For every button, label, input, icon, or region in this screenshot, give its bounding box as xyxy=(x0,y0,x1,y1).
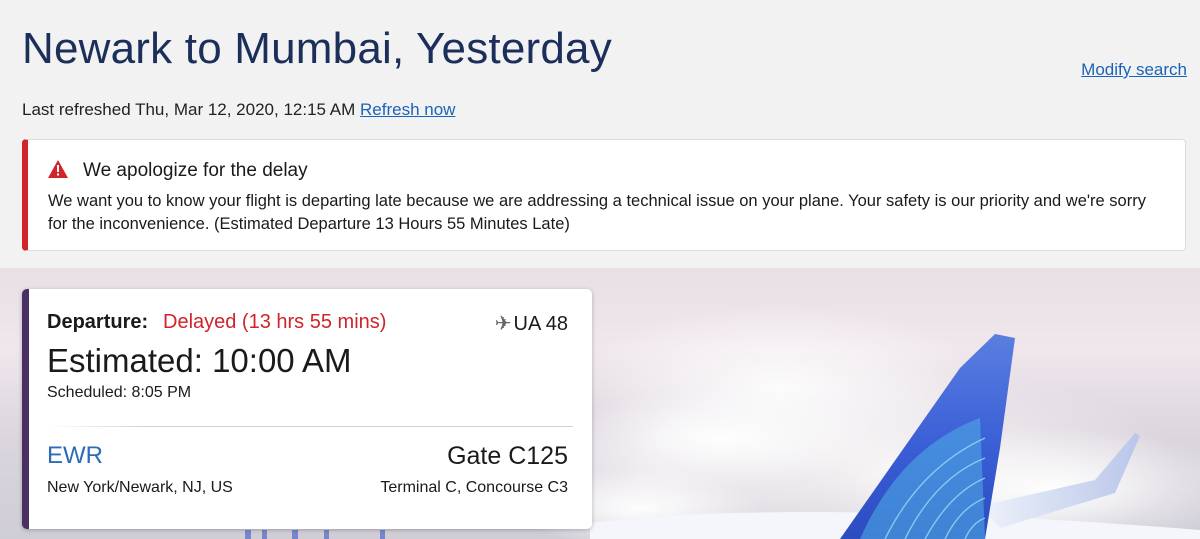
last-refreshed-text: Last refreshed Thu, Mar 12, 2020, 12:15 … xyxy=(22,100,356,119)
refresh-now-link[interactable]: Refresh now xyxy=(360,100,455,119)
departure-label: Departure: xyxy=(47,311,149,333)
estimated-time: Estimated: 10:00 AM xyxy=(47,342,352,379)
gate-number: Gate C125 xyxy=(447,442,568,470)
header-area: Newark to Mumbai, Yesterday Modify searc… xyxy=(0,0,1200,272)
divider xyxy=(47,426,573,427)
warning-icon xyxy=(48,160,68,178)
airport-code[interactable]: EWR xyxy=(47,442,103,470)
airplane-icon: ✈ xyxy=(494,313,512,335)
flight-number-text: UA 48 xyxy=(513,313,568,335)
page-title: Newark to Mumbai, Yesterday xyxy=(22,24,612,73)
delay-status: Delayed (13 hrs 55 mins) xyxy=(163,311,387,333)
alert-title: We apologize for the delay xyxy=(83,160,308,181)
delay-alert: We apologize for the delay We want you t… xyxy=(22,139,1186,251)
alert-message: We want you to know your flight is depar… xyxy=(48,192,1146,233)
departure-card: Departure: Delayed (13 hrs 55 mins) ✈ UA … xyxy=(22,289,592,529)
terminal-info: Terminal C, Concourse C3 xyxy=(380,479,568,496)
flight-status-page: Newark to Mumbai, Yesterday Modify searc… xyxy=(0,0,1200,539)
modify-search-link[interactable]: Modify search xyxy=(1081,60,1187,80)
last-refreshed: Last refreshed Thu, Mar 12, 2020, 12:15 … xyxy=(22,100,455,120)
scheduled-time: Scheduled: 8:05 PM xyxy=(47,384,192,401)
flight-number: ✈ UA 48 xyxy=(495,311,568,336)
airport-city: New York/Newark, NJ, US xyxy=(47,479,233,496)
